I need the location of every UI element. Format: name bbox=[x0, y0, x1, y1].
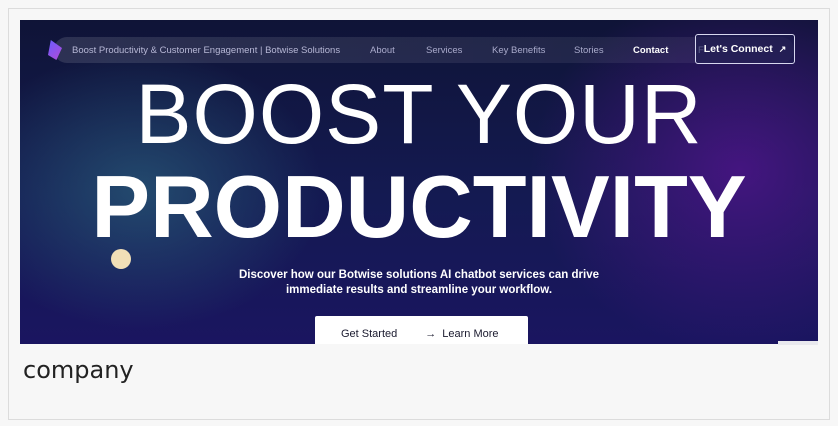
divider bbox=[778, 341, 818, 345]
nav-item-key-benefits[interactable]: Key Benefits bbox=[492, 45, 545, 56]
nav-item-stories[interactable]: Stories bbox=[574, 45, 604, 56]
lets-connect-button[interactable]: Let's Connect ↗ bbox=[695, 34, 795, 64]
cta-group: Get Started → Learn More bbox=[315, 316, 528, 344]
hero-subtext-line-1: Discover how our Botwise solutions AI ch… bbox=[238, 269, 599, 281]
learn-more-link[interactable]: → Learn More bbox=[425, 328, 498, 340]
nav-site-title: Boost Productivity & Customer Engagement… bbox=[72, 45, 341, 56]
hero-section: Boost Productivity & Customer Engagement… bbox=[20, 20, 818, 344]
nav-item-services[interactable]: Services bbox=[426, 45, 462, 56]
headline-line-1: BOOST YOUR bbox=[135, 67, 703, 161]
nav-item-contact[interactable]: Contact bbox=[633, 45, 668, 56]
arrow-up-right-icon: ↗ bbox=[778, 43, 787, 54]
get-started-button[interactable]: Get Started bbox=[341, 328, 397, 340]
headline-line-2: PRODUCTIVITY bbox=[91, 157, 747, 256]
hero-subtext-line-2: immediate results and streamline your wo… bbox=[285, 284, 553, 296]
lets-connect-label: Let's Connect bbox=[703, 43, 773, 55]
hero-subtext: Discover how our Botwise solutions AI ch… bbox=[20, 268, 818, 298]
decorative-dot bbox=[111, 249, 131, 269]
nav-item-about[interactable]: About bbox=[370, 45, 395, 56]
learn-more-label: Learn More bbox=[442, 328, 499, 340]
arrow-right-icon: → bbox=[425, 328, 437, 340]
caption-text: company bbox=[23, 356, 134, 384]
